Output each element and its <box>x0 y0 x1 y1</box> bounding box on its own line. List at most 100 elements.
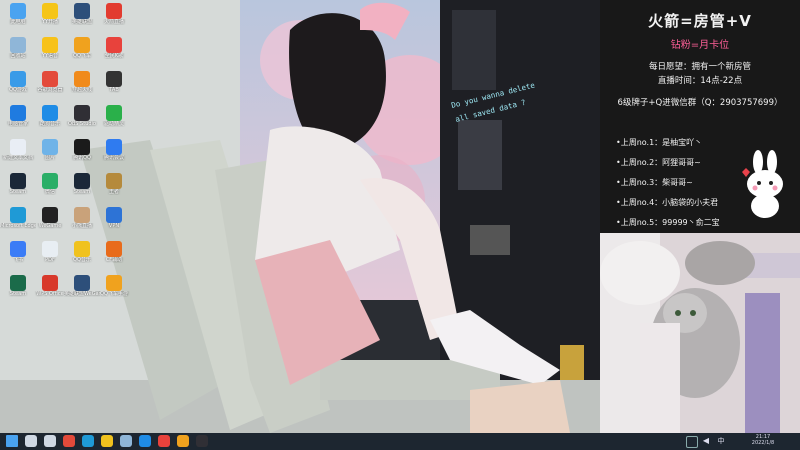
desktop-shortcut[interactable]: QQ飞车 <box>64 37 100 71</box>
desktop-shortcut-label: TAB <box>109 87 119 93</box>
desktop-shortcut[interactable]: Steam <box>0 173 36 207</box>
desktop-shortcut[interactable]: 腾讯会议 <box>96 139 132 173</box>
desktop-shortcut-label: 飞书 <box>12 257 23 263</box>
desktop-shortcut-label: YY开播 <box>41 19 59 25</box>
webcam-cats-image <box>600 233 800 433</box>
desktop-shortcut[interactable]: 此电脑 <box>0 3 36 37</box>
desktop-shortcut[interactable]: 火箭直播 <box>96 3 132 37</box>
recycle-bin-icon <box>10 37 26 53</box>
desktop-shortcut-label: 酷狗音乐 <box>39 121 60 127</box>
game-icon <box>106 173 122 189</box>
steam-icon <box>74 173 90 189</box>
desktop-shortcut[interactable]: 穿越火线 <box>64 71 100 105</box>
kge-icon <box>106 37 122 53</box>
taskbar-date: 2022/1/8 <box>751 440 775 446</box>
qq-speed2-icon <box>106 275 122 291</box>
rank-item-4: •上周no.4：小脑袋的小夫君 <box>616 198 719 207</box>
file-explorer-icon[interactable] <box>101 435 113 447</box>
desktop-shortcut[interactable]: 英雄联盟WeGame版 <box>64 275 100 309</box>
stream-info-panel: 火箭=房管+V 钻粉=月卡位 每日愿望：拥有一个新房管 直播时间：14点-22点… <box>600 0 800 233</box>
desktop-shortcut[interactable]: 谷歌浏览器 <box>32 71 68 105</box>
chrome-icon[interactable] <box>63 435 75 447</box>
kugou-icon[interactable] <box>139 435 151 447</box>
driver-icon <box>106 105 122 121</box>
desktop-shortcut[interactable]: 飞书 <box>0 241 36 275</box>
desktop-shortcut[interactable]: QQ音乐 <box>64 241 100 275</box>
desktop-shortcut-label: 穿越火线 <box>71 87 92 93</box>
desktop-shortcut[interactable]: QQ飞车手游 <box>96 275 132 309</box>
task-view-icon[interactable] <box>44 435 56 447</box>
lol-icon <box>74 3 90 19</box>
desktop-shortcut-label: WPS Office <box>36 291 64 297</box>
desktop-shortcut-label: CF辅助 <box>105 257 123 263</box>
desktop-shortcut[interactable]: CF辅助 <box>96 241 132 275</box>
desktop-shortcut[interactable]: Steam <box>64 173 100 207</box>
desktop-shortcut-label: QQ游戏 <box>9 87 27 93</box>
app-icon[interactable] <box>158 435 170 447</box>
desktop-shortcut[interactable]: 酷狗音乐 <box>32 105 68 139</box>
obs-icon[interactable] <box>196 435 208 447</box>
desktop-shortcut[interactable]: 全民K歌 <box>96 37 132 71</box>
desktop-shortcut[interactable]: 电脑管家 <box>0 105 36 139</box>
cf2-icon <box>106 241 122 257</box>
desktop-shortcut-label: 驱动精灵 <box>103 121 124 127</box>
panel-group-line: 6级牌子+Q进微信群（Q：2903757699） <box>617 98 783 108</box>
panel-time-line: 直播时间：14点-22点 <box>657 76 743 86</box>
desktop-shortcut[interactable]: 驱动精灵 <box>96 105 132 139</box>
desktop-shortcut-label: 图片 <box>44 155 55 161</box>
desktop-shortcut[interactable]: OBS Studio <box>64 105 100 139</box>
cf-icon <box>74 71 90 87</box>
taskbar-clock[interactable]: 21:17 2022/1/8 <box>738 434 788 446</box>
qq-game-icon <box>10 71 26 87</box>
wegame-icon <box>42 207 58 223</box>
desktop-shortcut[interactable]: 回收站 <box>0 37 36 71</box>
windows-start-icon[interactable] <box>6 435 18 447</box>
desktop-shortcut[interactable]: VPN <box>96 207 132 241</box>
desktop-shortcut-label: 新建文本文档 <box>2 155 33 161</box>
desktop-shortcut-label: 英雄联盟 <box>71 19 92 25</box>
desktop-shortcut-label: 腾讯QQ <box>73 155 91 161</box>
desktop-shortcut[interactable]: 图片 <box>32 139 68 173</box>
desktop-shortcut[interactable]: 英雄联盟 <box>64 3 100 37</box>
desktop-shortcut-label: PDF <box>45 257 55 263</box>
desktop-shortcut[interactable]: 王者 <box>96 173 132 207</box>
send-icon[interactable] <box>120 435 132 447</box>
taskbar: 21:17 2022/1/8 ◀ 中 <box>0 433 800 450</box>
wps-icon <box>42 275 58 291</box>
panel-subtitle: 钻粉=月卡位 <box>670 40 730 51</box>
desktop-shortcut[interactable]: 腾讯QQ <box>64 139 100 173</box>
vpn-icon <box>106 207 122 223</box>
desktop-shortcut[interactable]: WeGame <box>32 207 68 241</box>
tray-input-icon[interactable]: 中 <box>716 436 726 446</box>
yy-icon <box>42 3 58 19</box>
tray-volume-icon[interactable]: ◀ <box>701 436 711 446</box>
steam-icon <box>10 275 26 291</box>
desktop-shortcut[interactable]: WPS Office <box>32 275 68 309</box>
desktop-shortcut[interactable]: QQ游戏 <box>0 71 36 105</box>
desktop-shortcut-label: 微信 <box>44 189 55 195</box>
desktop-shortcut-label: 英雄联盟WeGame版 <box>64 291 100 297</box>
qq-music-icon <box>74 241 90 257</box>
desktop-shortcut[interactable]: 新建文本文档 <box>0 139 36 173</box>
desktop-shortcut-label: 谷歌浏览器 <box>37 87 63 93</box>
edge-icon[interactable] <box>82 435 94 447</box>
desktop-shortcut[interactable]: YY开播 <box>32 3 68 37</box>
desktop-shortcut[interactable]: Microsoft Edge <box>0 207 36 241</box>
meeting-icon <box>106 139 122 155</box>
search-icon[interactable] <box>25 435 37 447</box>
panel-title: 火箭=房管+V <box>648 12 752 30</box>
tray-network-icon[interactable] <box>686 436 698 448</box>
app-icon[interactable] <box>177 435 189 447</box>
desktop-shortcut[interactable]: YY语音 <box>32 37 68 71</box>
qq-icon <box>74 139 90 155</box>
steam-icon <box>10 173 26 189</box>
desktop-shortcut-label: WeGame <box>38 223 62 229</box>
text-file-icon <box>10 139 26 155</box>
desktop-shortcut-label: 小熊直播 <box>71 223 92 229</box>
desktop-shortcut[interactable]: 微信 <box>32 173 68 207</box>
picture-icon <box>42 139 58 155</box>
desktop-shortcut[interactable]: Steam <box>0 275 36 309</box>
desktop-shortcut[interactable]: PDF <box>32 241 68 275</box>
desktop-shortcut[interactable]: TAB <box>96 71 132 105</box>
desktop-shortcut[interactable]: 小熊直播 <box>64 207 100 241</box>
